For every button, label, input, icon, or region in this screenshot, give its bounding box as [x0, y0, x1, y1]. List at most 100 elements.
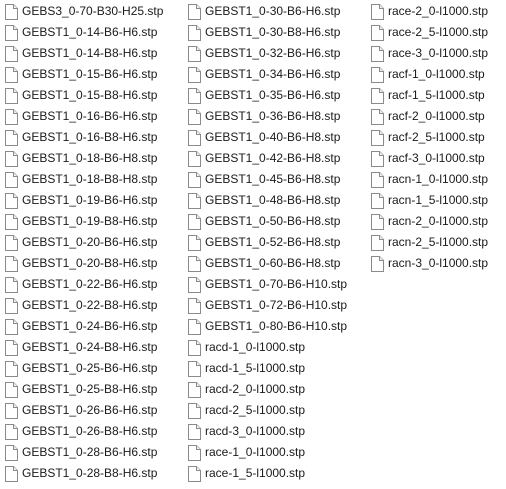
file-column-2: GEBST1_0-30-B6-H6.stp GEBST1_0-30-B8-H6.s…	[188, 1, 347, 484]
file-name: race-2_0-l1000.stp	[388, 4, 489, 18]
file-item[interactable]: GEBST1_0-40-B6-H8.stp	[188, 127, 347, 148]
file-item[interactable]: GEBST1_0-16-B6-H6.stp	[5, 106, 163, 127]
file-item[interactable]: GEBST1_0-25-B6-H6.stp	[5, 358, 163, 379]
file-item[interactable]: GEBST1_0-26-B6-H6.stp	[5, 400, 163, 421]
file-name: racf-3_0-l1000.stp	[388, 151, 485, 165]
file-item[interactable]: GEBST1_0-15-B6-H6.stp	[5, 64, 163, 85]
file-item[interactable]: GEBST1_0-19-B6-H6.stp	[5, 190, 163, 211]
file-name: racd-1_5-l1000.stp	[205, 361, 306, 375]
file-item[interactable]: GEBST1_0-15-B8-H6.stp	[5, 85, 163, 106]
blank-file-icon	[371, 87, 384, 104]
file-item[interactable]: GEBST1_0-52-B6-H8.stp	[188, 232, 347, 253]
file-item[interactable]: racn-1_0-l1000.stp	[371, 169, 488, 190]
blank-file-icon	[5, 381, 18, 398]
blank-file-icon	[5, 213, 18, 230]
file-item[interactable]: GEBST1_0-20-B6-H6.stp	[5, 232, 163, 253]
blank-file-icon	[188, 192, 201, 209]
file-item[interactable]: GEBST1_0-45-B6-H8.stp	[188, 169, 347, 190]
blank-file-icon	[188, 444, 201, 461]
file-item[interactable]: GEBST1_0-28-B8-H6.stp	[5, 463, 163, 484]
blank-file-icon	[188, 129, 201, 146]
file-item[interactable]: GEBST1_0-16-B8-H6.stp	[5, 127, 163, 148]
file-name: GEBST1_0-19-B8-H6.stp	[22, 214, 158, 228]
blank-file-icon	[371, 234, 384, 251]
file-name: GEBST1_0-70-B6-H10.stp	[205, 277, 348, 291]
file-item[interactable]: racd-1_5-l1000.stp	[188, 358, 347, 379]
file-name: GEBST1_0-28-B8-H6.stp	[22, 466, 158, 480]
file-name: GEBST1_0-14-B6-H6.stp	[22, 25, 158, 39]
blank-file-icon	[188, 171, 201, 188]
file-name: GEBST1_0-16-B8-H6.stp	[22, 130, 158, 144]
file-item[interactable]: racf-2_5-l1000.stp	[371, 127, 488, 148]
file-name: GEBST1_0-25-B6-H6.stp	[22, 361, 158, 375]
file-item[interactable]: GEBST1_0-14-B8-H6.stp	[5, 43, 163, 64]
file-item[interactable]: GEBST1_0-24-B8-H6.stp	[5, 337, 163, 358]
file-item[interactable]: race-2_5-l1000.stp	[371, 22, 488, 43]
file-item[interactable]: racf-1_0-l1000.stp	[371, 64, 488, 85]
file-item[interactable]: race-1_0-l1000.stp	[188, 442, 347, 463]
file-item[interactable]: GEBST1_0-72-B6-H10.stp	[188, 295, 347, 316]
file-name: GEBST1_0-30-B8-H6.stp	[205, 25, 341, 39]
file-item[interactable]: racd-2_0-l1000.stp	[188, 379, 347, 400]
file-item[interactable]: GEBST1_0-50-B6-H8.stp	[188, 211, 347, 232]
blank-file-icon	[188, 381, 201, 398]
blank-file-icon	[371, 45, 384, 62]
file-item[interactable]: racn-2_0-l1000.stp	[371, 211, 488, 232]
file-name: GEBST1_0-30-B6-H6.stp	[205, 4, 341, 18]
file-item[interactable]: GEBST1_0-19-B8-H6.stp	[5, 211, 163, 232]
file-item[interactable]: GEBST1_0-22-B6-H6.stp	[5, 274, 163, 295]
file-item[interactable]: GEBST1_0-36-B6-H8.stp	[188, 106, 347, 127]
file-name: GEBST1_0-18-B8-H8.stp	[22, 172, 158, 186]
file-name: race-1_5-l1000.stp	[205, 466, 306, 480]
file-item[interactable]: GEBST1_0-20-B8-H6.stp	[5, 253, 163, 274]
file-item[interactable]: GEBST1_0-42-B6-H8.stp	[188, 148, 347, 169]
blank-file-icon	[188, 318, 201, 335]
blank-file-icon	[188, 465, 201, 482]
file-item[interactable]: GEBST1_0-35-B6-H6.stp	[188, 85, 347, 106]
file-item[interactable]: racn-3_0-l1000.stp	[371, 253, 488, 274]
file-item[interactable]: race-2_0-l1000.stp	[371, 1, 488, 22]
file-item[interactable]: racn-2_5-l1000.stp	[371, 232, 488, 253]
file-item[interactable]: GEBST1_0-18-B6-H8.stp	[5, 148, 163, 169]
blank-file-icon	[188, 213, 201, 230]
file-item[interactable]: GEBST1_0-32-B6-H6.stp	[188, 43, 347, 64]
blank-file-icon	[5, 66, 18, 83]
file-item[interactable]: race-1_5-l1000.stp	[188, 463, 347, 484]
blank-file-icon	[188, 339, 201, 356]
file-item[interactable]: GEBST1_0-24-B6-H6.stp	[5, 316, 163, 337]
file-item[interactable]: race-3_0-l1000.stp	[371, 43, 488, 64]
file-item[interactable]: GEBST1_0-34-B6-H6.stp	[188, 64, 347, 85]
file-name: GEBS3_0-70-B30-H25.stp	[22, 4, 164, 18]
file-item[interactable]: GEBST1_0-18-B8-H8.stp	[5, 169, 163, 190]
file-item[interactable]: GEBS3_0-70-B30-H25.stp	[5, 1, 163, 22]
file-item[interactable]: GEBST1_0-28-B6-H6.stp	[5, 442, 163, 463]
blank-file-icon	[5, 444, 18, 461]
file-name: GEBST1_0-26-B6-H6.stp	[22, 403, 158, 417]
blank-file-icon	[5, 276, 18, 293]
file-item[interactable]: racn-1_5-l1000.stp	[371, 190, 488, 211]
file-item[interactable]: racf-1_5-l1000.stp	[371, 85, 488, 106]
file-item[interactable]: GEBST1_0-22-B8-H6.stp	[5, 295, 163, 316]
file-item[interactable]: GEBST1_0-26-B8-H6.stp	[5, 421, 163, 442]
blank-file-icon	[5, 402, 18, 419]
file-name: GEBST1_0-24-B6-H6.stp	[22, 319, 158, 333]
file-item[interactable]: GEBST1_0-14-B6-H6.stp	[5, 22, 163, 43]
file-item[interactable]: racd-2_5-l1000.stp	[188, 400, 347, 421]
file-item[interactable]: GEBST1_0-80-B6-H10.stp	[188, 316, 347, 337]
file-name: race-2_5-l1000.stp	[388, 25, 489, 39]
file-item[interactable]: racd-3_0-l1000.stp	[188, 421, 347, 442]
file-item[interactable]: GEBST1_0-48-B6-H8.stp	[188, 190, 347, 211]
file-name: GEBST1_0-48-B6-H8.stp	[205, 193, 341, 207]
file-name: GEBST1_0-40-B6-H8.stp	[205, 130, 341, 144]
blank-file-icon	[5, 108, 18, 125]
file-item[interactable]: GEBST1_0-70-B6-H10.stp	[188, 274, 347, 295]
file-item[interactable]: racd-1_0-l1000.stp	[188, 337, 347, 358]
file-item[interactable]: racf-3_0-l1000.stp	[371, 148, 488, 169]
file-item[interactable]: GEBST1_0-60-B6-H8.stp	[188, 253, 347, 274]
blank-file-icon	[5, 423, 18, 440]
file-item[interactable]: GEBST1_0-30-B6-H6.stp	[188, 1, 347, 22]
file-item[interactable]: GEBST1_0-25-B8-H6.stp	[5, 379, 163, 400]
file-item[interactable]: GEBST1_0-30-B8-H6.stp	[188, 22, 347, 43]
file-item[interactable]: racf-2_0-l1000.stp	[371, 106, 488, 127]
file-name: GEBST1_0-34-B6-H6.stp	[205, 67, 341, 81]
